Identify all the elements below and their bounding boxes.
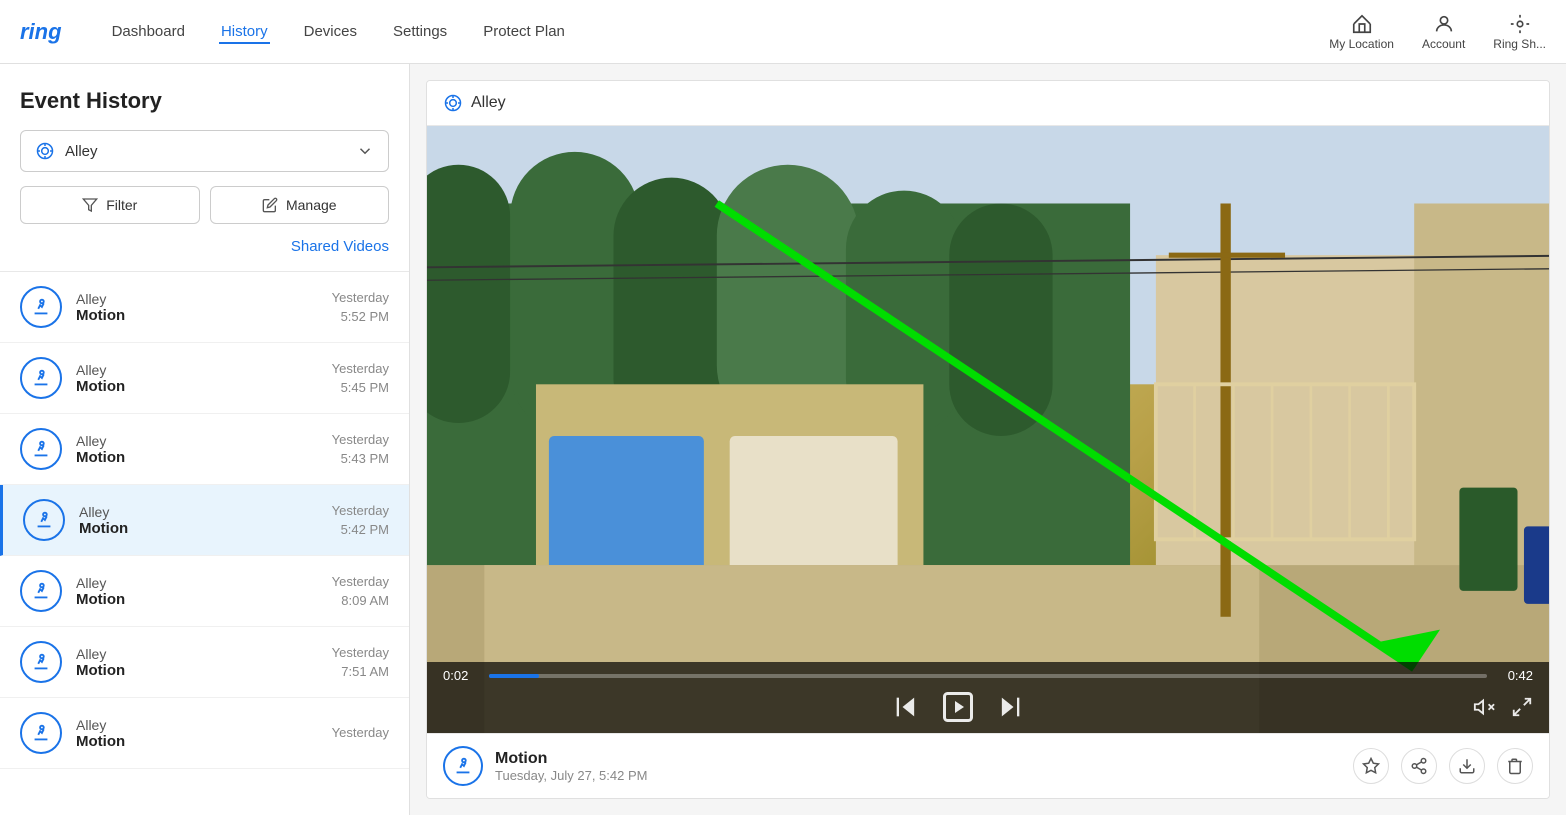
play-icon	[940, 689, 976, 725]
play-button[interactable]	[940, 689, 976, 725]
download-icon	[1458, 757, 1476, 775]
video-info-icon	[443, 746, 483, 786]
nav-settings[interactable]: Settings	[391, 19, 449, 44]
manage-button[interactable]: Manage	[210, 186, 390, 224]
progress-row: 0:02 0:42	[427, 662, 1549, 685]
nav-right: My Location Account Ring Sh...	[1329, 13, 1546, 51]
event-icon-circle	[20, 357, 62, 399]
buttons-row	[427, 685, 1549, 733]
time-current: 0:02	[443, 668, 479, 683]
video-action-buttons	[1353, 748, 1533, 784]
right-buttons	[1473, 696, 1533, 718]
camera-icon	[35, 141, 55, 161]
motion-icon	[30, 296, 52, 318]
filter-manage-row: Filter Manage	[20, 186, 389, 224]
motion-icon	[30, 651, 52, 673]
video-bottom-controls: 0:02 0:42	[427, 662, 1549, 733]
list-item[interactable]: Alley Motion Yesterday 5:43 PM	[0, 414, 409, 485]
time-end: 0:42	[1497, 668, 1533, 683]
event-info: Alley Motion	[79, 504, 318, 537]
nav-history[interactable]: History	[219, 19, 270, 44]
event-icon-circle	[23, 499, 65, 541]
download-button[interactable]	[1449, 748, 1485, 784]
share-nav-icon	[1509, 13, 1531, 35]
event-info: Alley Motion	[76, 717, 318, 750]
share-button[interactable]	[1401, 748, 1437, 784]
event-info: Alley Motion	[76, 291, 318, 324]
prev-button[interactable]	[892, 689, 920, 725]
nav-ring-share[interactable]: Ring Sh...	[1493, 13, 1546, 51]
video-panel-header: Alley	[427, 81, 1549, 126]
list-item-selected[interactable]: Alley Motion Yesterday 5:42 PM	[0, 485, 409, 556]
event-icon-circle	[20, 286, 62, 328]
filter-button[interactable]: Filter	[20, 186, 200, 224]
motion-icon	[33, 509, 55, 531]
event-icon-circle	[20, 570, 62, 612]
content-area: Alley	[410, 64, 1566, 815]
motion-icon	[30, 580, 52, 602]
list-item[interactable]: Alley Motion Yesterday 7:51 AM	[0, 627, 409, 698]
progress-fill	[489, 674, 539, 678]
event-info: Alley Motion	[76, 362, 318, 395]
progress-bar[interactable]	[489, 674, 1487, 678]
event-icon-circle	[20, 428, 62, 470]
nav-devices[interactable]: Devices	[302, 19, 359, 44]
video-container: 0:02 0:42	[427, 126, 1549, 733]
edit-icon	[262, 197, 278, 213]
event-info: Alley Motion	[76, 646, 318, 679]
fullscreen-button[interactable]	[1511, 696, 1533, 718]
event-list: Alley Motion Yesterday 5:52 PM Alley Mot…	[0, 272, 409, 815]
event-title: Motion	[495, 750, 647, 768]
list-item[interactable]: Alley Motion Yesterday 5:52 PM	[0, 272, 409, 343]
next-icon	[996, 693, 1024, 721]
device-selector[interactable]: Alley	[20, 130, 389, 172]
video-info-text: Motion Tuesday, July 27, 5:42 PM	[495, 750, 647, 783]
list-item[interactable]: Alley Motion Yesterday 8:09 AM	[0, 556, 409, 627]
list-item[interactable]: Alley Motion Yesterday	[0, 698, 409, 769]
video-background	[427, 126, 1549, 733]
prev-icon	[892, 693, 920, 721]
filter-icon	[82, 197, 98, 213]
motion-icon	[30, 367, 52, 389]
scene-svg	[427, 126, 1549, 733]
motion-icon	[30, 438, 52, 460]
main-layout: Event History Alley Filter Manage Shared	[0, 64, 1566, 815]
motion-info-icon	[452, 755, 474, 777]
event-icon-circle	[20, 641, 62, 683]
home-icon	[1351, 13, 1373, 35]
favorite-button[interactable]	[1353, 748, 1389, 784]
top-nav: ring Dashboard History Devices Settings …	[0, 0, 1566, 64]
chevron-down-icon	[356, 142, 374, 160]
logo: ring	[20, 19, 62, 45]
nav-protect-plan[interactable]: Protect Plan	[481, 19, 567, 44]
event-icon-circle	[20, 712, 62, 754]
video-panel: Alley	[426, 80, 1550, 799]
sidebar: Event History Alley Filter Manage Shared	[0, 64, 410, 815]
mute-icon	[1473, 696, 1495, 718]
share-icon	[1410, 757, 1428, 775]
camera-panel-icon	[443, 93, 463, 113]
center-buttons	[443, 689, 1473, 725]
device-label: Alley	[65, 143, 98, 160]
star-icon	[1362, 757, 1380, 775]
event-info: Alley Motion	[76, 433, 318, 466]
nav-dashboard[interactable]: Dashboard	[110, 19, 187, 44]
nav-my-location[interactable]: My Location	[1329, 13, 1394, 51]
shared-videos-link[interactable]: Shared Videos	[20, 238, 389, 255]
account-icon	[1433, 13, 1455, 35]
video-info-row: Motion Tuesday, July 27, 5:42 PM	[427, 733, 1549, 798]
event-info: Alley Motion	[76, 575, 318, 608]
video-panel-title: Alley	[471, 94, 506, 112]
trash-icon	[1506, 757, 1524, 775]
nav-account[interactable]: Account	[1422, 13, 1465, 51]
event-date: Tuesday, July 27, 5:42 PM	[495, 768, 647, 783]
motion-icon	[30, 722, 52, 744]
sidebar-header: Event History Alley Filter Manage Shared	[0, 64, 409, 272]
list-item[interactable]: Alley Motion Yesterday 5:45 PM	[0, 343, 409, 414]
mute-button[interactable]	[1473, 696, 1495, 718]
delete-button[interactable]	[1497, 748, 1533, 784]
next-button[interactable]	[996, 689, 1024, 725]
sidebar-title: Event History	[20, 88, 389, 114]
fullscreen-icon	[1511, 696, 1533, 718]
